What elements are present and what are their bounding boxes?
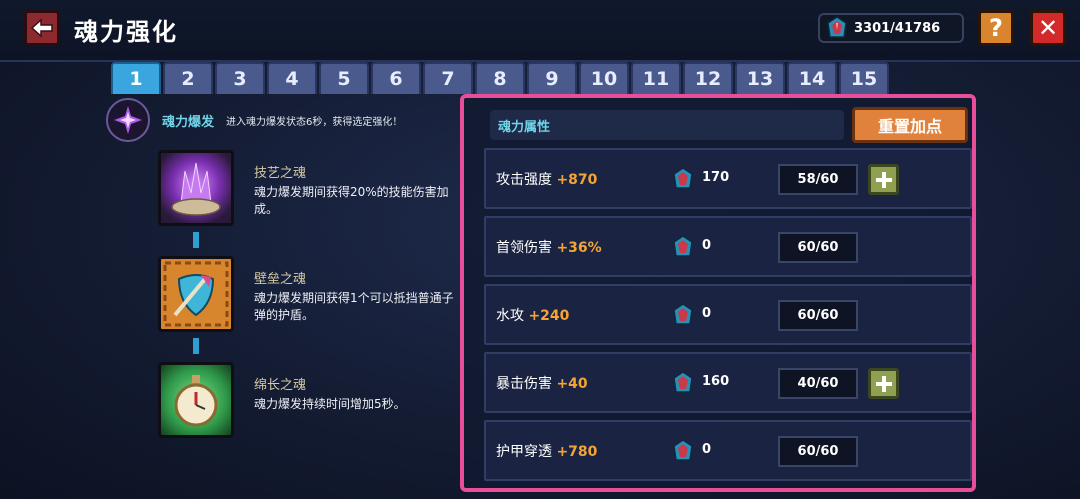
page-tabs: 1 2 3 4 5 6 7 8 9 10 11 12 13 14 15 (111, 62, 889, 96)
arrow-left-icon (30, 18, 53, 38)
tab-2[interactable]: 2 (163, 62, 213, 94)
attribute-bonus: +40 (556, 376, 588, 392)
attribute-bonus: +780 (556, 444, 598, 460)
skill-description: 魂力爆发持续时间增加5秒。 (254, 397, 406, 411)
help-button[interactable]: ? (978, 10, 1014, 46)
upgrade-cost: 160 (702, 374, 730, 389)
soul-burst-description: 进入魂力爆发状态6秒，获得选定强化！ (226, 116, 403, 128)
skill-connector (193, 338, 199, 354)
top-bar: 魂力强化 3301/41786 ? ✕ (0, 0, 1080, 62)
soul-gem-icon (673, 235, 693, 257)
back-button[interactable] (24, 10, 60, 46)
attribute-label: 暴击伤害 +40 (496, 373, 588, 393)
skill-description: 魂力爆发期间获得1个可以抵挡普通子弹的护盾。 (254, 291, 454, 322)
soul-gem-icon (673, 167, 693, 189)
purple-crystal-icon (158, 150, 234, 226)
attribute-name: 护甲穿透 (496, 444, 552, 460)
soul-gem-icon (673, 303, 693, 325)
upgrade-cost: 0 (702, 238, 712, 253)
attribute-bonus: +36% (556, 240, 602, 256)
soul-burst-title: 魂力爆发 (162, 114, 215, 130)
upgrade-cost: 0 (702, 306, 712, 321)
attribute-bonus: +240 (528, 308, 570, 324)
close-button[interactable]: ✕ (1030, 10, 1066, 46)
attribute-label: 护甲穿透 +780 (496, 441, 597, 461)
skill-name: 绵长之魂 (254, 378, 307, 393)
soul-gem-icon (673, 439, 693, 461)
attribute-label: 攻击强度 +870 (496, 169, 597, 189)
add-point-button[interactable] (868, 368, 899, 399)
attribute-label: 水攻 +240 (496, 305, 569, 325)
level-counter: 60/60 (778, 436, 858, 467)
skill-description: 魂力爆发期间获得20%的技能伤害加成。 (254, 185, 449, 216)
soul-gem-icon (673, 371, 693, 393)
tab-8[interactable]: 8 (475, 62, 525, 94)
skill-name: 技艺之魂 (254, 166, 307, 181)
upgrade-cost: 170 (702, 170, 730, 185)
attribute-row-crit-damage: 暴击伤害 +40 160 40/60 (484, 352, 972, 413)
attribute-name: 水攻 (496, 308, 524, 324)
attribute-row-armor-pen: 护甲穿透 +780 0 60/60 (484, 420, 972, 481)
tab-12[interactable]: 12 (683, 62, 733, 94)
attribute-row-water-attack: 水攻 +240 0 60/60 (484, 284, 972, 345)
tab-14[interactable]: 14 (787, 62, 837, 94)
currency-amount: 3301/41786 (854, 20, 941, 36)
attribute-bonus: +870 (556, 172, 598, 188)
tab-7[interactable]: 7 (423, 62, 473, 94)
soul-currency-display: 3301/41786 (818, 13, 964, 43)
tab-11[interactable]: 11 (631, 62, 681, 94)
tab-15[interactable]: 15 (839, 62, 889, 94)
tab-4[interactable]: 4 (267, 62, 317, 94)
add-point-button[interactable] (868, 164, 899, 195)
level-counter: 60/60 (778, 300, 858, 331)
attribute-name: 暴击伤害 (496, 376, 552, 392)
page-title: 魂力强化 (74, 18, 178, 46)
tab-13[interactable]: 13 (735, 62, 785, 94)
plus-icon (875, 171, 892, 188)
close-icon: ✕ (1037, 14, 1059, 42)
soul-burst-icon (106, 98, 150, 142)
tab-3[interactable]: 3 (215, 62, 265, 94)
question-icon: ? (989, 14, 1003, 42)
soul-burst-header: 魂力爆发 进入魂力爆发状态6秒，获得选定强化！ (106, 98, 403, 142)
soul-attributes-panel: 魂力属性 重置加点 攻击强度 +870 170 58/60 首领伤害 +36% … (460, 94, 976, 492)
tab-1[interactable]: 1 (111, 62, 161, 94)
attributes-header: 魂力属性 (490, 110, 844, 140)
upgrade-cost: 0 (702, 442, 712, 457)
attribute-name: 首领伤害 (496, 240, 552, 256)
attribute-label: 首领伤害 +36% (496, 237, 602, 257)
shield-sword-icon (158, 256, 234, 332)
soul-gem-icon (827, 16, 847, 38)
level-counter: 60/60 (778, 232, 858, 263)
skill-name: 壁垒之魂 (254, 272, 307, 287)
tab-5[interactable]: 5 (319, 62, 369, 94)
attribute-row-boss-damage: 首领伤害 +36% 0 60/60 (484, 216, 972, 277)
level-counter: 58/60 (778, 164, 858, 195)
tab-10[interactable]: 10 (579, 62, 629, 94)
skill-connector (193, 232, 199, 248)
attribute-name: 攻击强度 (496, 172, 552, 188)
attribute-row-attack: 攻击强度 +870 170 58/60 (484, 148, 972, 209)
reset-points-button[interactable]: 重置加点 (852, 107, 968, 143)
tab-9[interactable]: 9 (527, 62, 577, 94)
tab-6[interactable]: 6 (371, 62, 421, 94)
stopwatch-icon (158, 362, 234, 438)
plus-icon (875, 375, 892, 392)
level-counter: 40/60 (778, 368, 858, 399)
